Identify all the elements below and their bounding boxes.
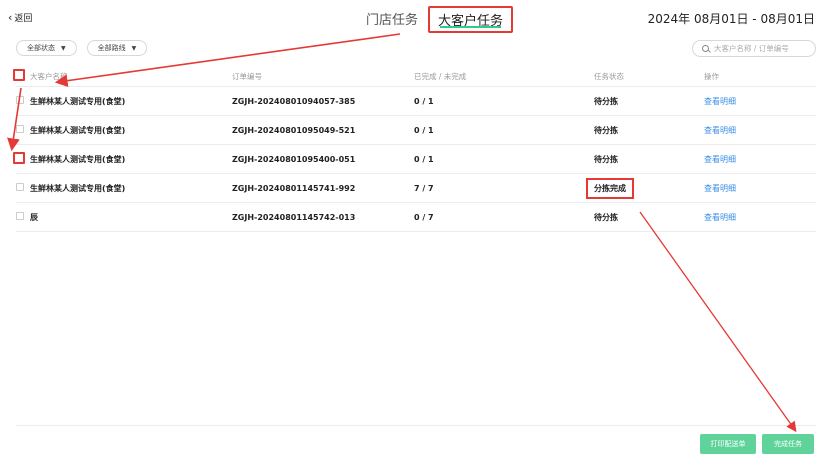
back-label: 返回 (14, 14, 33, 24)
status-filter-dropdown[interactable]: 全部状态 ▼ (16, 40, 77, 56)
customer-name: 生鲜林某人测试专用(食堂) (30, 183, 126, 193)
progress: 7 / 7 (414, 183, 434, 193)
table-row: 生鲜林某人测试专用(食堂) ZGJH-20240801145741-992 7 … (16, 174, 816, 203)
row-checkbox[interactable] (13, 152, 25, 164)
progress: 0 / 7 (414, 212, 434, 222)
order-number: ZGJH-20240801145742-013 (232, 212, 356, 222)
filter-bar: 全部状态 ▼ 全部路线 ▼ (16, 40, 148, 56)
caret-down-icon: ▼ (61, 44, 66, 52)
select-all-checkbox[interactable] (13, 69, 25, 81)
view-details-link[interactable]: 查看明细 (704, 184, 736, 193)
progress: 0 / 1 (414, 96, 434, 106)
arrow-status-to-finish (639, 211, 797, 433)
status-filter-label: 全部状态 (27, 44, 55, 52)
tab-bar: 门店任务 大客户任务 (360, 6, 514, 33)
print-delivery-button[interactable]: 打印配送单 (700, 434, 756, 454)
view-details-link[interactable]: 查看明细 (704, 126, 736, 135)
search-placeholder: 大客户名称 / 订单编号 (714, 44, 789, 53)
header-action: 操作 (704, 71, 719, 81)
chevron-left-icon: ‹ (8, 11, 13, 24)
task-status: 分拣完成 (586, 177, 634, 199)
order-number: ZGJH-20240801095049-521 (232, 125, 356, 135)
order-number: ZGJH-20240801094057-385 (232, 96, 356, 106)
footer-divider (16, 425, 816, 426)
row-checkbox[interactable] (16, 212, 24, 220)
route-filter-label: 全部路线 (97, 44, 126, 52)
customer-name: 生鲜林某人测试专用(食堂) (30, 96, 126, 106)
header: ‹ 返回 门店任务 大客户任务 2024年 08月01日 - 08月01日 (0, 0, 831, 36)
progress: 0 / 1 (414, 154, 434, 164)
customer-name: 辰 (30, 212, 38, 222)
date-range[interactable]: 2024年 08月01日 - 08月01日 (648, 10, 815, 27)
task-status: 待分拣 (594, 212, 618, 222)
task-status: 待分拣 (594, 154, 618, 164)
task-status: 待分拣 (594, 125, 618, 135)
caret-down-icon: ▼ (131, 44, 137, 52)
route-filter-dropdown[interactable]: 全部路线 ▼ (86, 40, 148, 56)
back-button[interactable]: ‹ 返回 (8, 11, 32, 24)
header-status: 任务状态 (594, 71, 624, 81)
row-checkbox[interactable] (16, 183, 24, 191)
view-details-link[interactable]: 查看明细 (704, 155, 736, 164)
row-checkbox[interactable] (16, 96, 24, 104)
order-number: ZGJH-20240801145741-992 (232, 183, 356, 193)
progress: 0 / 1 (414, 125, 434, 135)
row-checkbox[interactable] (16, 125, 24, 133)
task-table: 大客户名称 订单编号 已完成 / 未完成 任务状态 操作 生鲜林某人测试专用(食… (13, 66, 816, 232)
search-input[interactable]: 大客户名称 / 订单编号 (692, 40, 816, 57)
search-icon (702, 45, 709, 52)
table-row: 辰 ZGJH-20240801145742-013 0 / 7 待分拣 查看明细 (16, 203, 816, 232)
view-details-link[interactable]: 查看明细 (704, 213, 736, 222)
view-details-link[interactable]: 查看明细 (704, 97, 736, 106)
task-status: 待分拣 (594, 96, 618, 106)
header-customer: 大客户名称 (30, 71, 68, 81)
order-number: ZGJH-20240801095400-051 (232, 154, 356, 164)
header-order: 订单编号 (232, 71, 262, 81)
customer-name: 生鲜林某人测试专用(食堂) (30, 154, 126, 164)
header-progress: 已完成 / 未完成 (414, 71, 467, 81)
customer-name: 生鲜林某人测试专用(食堂) (30, 125, 126, 135)
table-row: 生鲜林某人测试专用(食堂) ZGJH-20240801095049-521 0 … (16, 116, 816, 145)
tab-key-account-tasks[interactable]: 大客户任务 (428, 6, 514, 33)
active-tab-underline (440, 26, 502, 28)
table-row: 生鲜林某人测试专用(食堂) ZGJH-20240801095400-051 0 … (13, 145, 816, 174)
table-row: 生鲜林某人测试专用(食堂) ZGJH-20240801094057-385 0 … (16, 87, 816, 116)
finish-task-button[interactable]: 完成任务 (762, 434, 814, 454)
tab-store-tasks[interactable]: 门店任务 (360, 6, 424, 33)
table-header: 大客户名称 订单编号 已完成 / 未完成 任务状态 操作 (13, 66, 816, 87)
